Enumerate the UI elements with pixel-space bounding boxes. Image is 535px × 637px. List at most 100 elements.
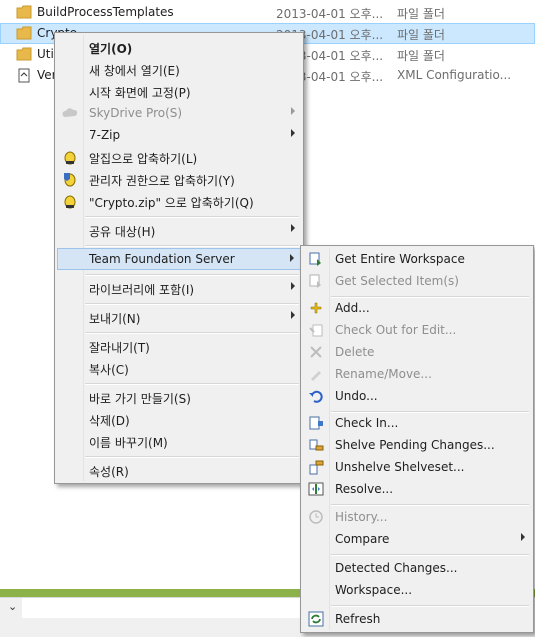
menu-item-label: Refresh [335, 612, 381, 626]
menu-item-cut[interactable]: 잘라내기(T) [57, 335, 301, 357]
xml-file-icon [16, 68, 32, 83]
menu-item-label: Rename/Move... [335, 367, 432, 381]
menu-item-alzip-compress[interactable]: 알집으로 압축하기(L) [57, 146, 301, 168]
menu-separator [85, 274, 299, 276]
resolve-icon [308, 481, 324, 497]
menu-item-include-library[interactable]: 라이브러리에 포함(I) [57, 277, 301, 299]
menu-item-label: 바로 가기 만들기(S) [89, 392, 191, 406]
menu-item-label: Get Selected Item(s) [335, 274, 459, 288]
menu-item-label: "Crypto.zip" 으로 압축하기(Q) [89, 196, 254, 210]
menu-item-skydrive[interactable]: SkyDrive Pro(S) [57, 102, 301, 124]
admin-alzip-icon [62, 171, 78, 187]
rename-icon [308, 366, 324, 382]
menu-item-label: Unshelve Shelveset... [335, 460, 465, 474]
tfs-history[interactable]: History... [303, 506, 531, 528]
menu-separator [331, 554, 529, 556]
tfs-submenu: Get Entire Workspace Get Selected Item(s… [300, 245, 534, 633]
menu-item-label: Detected Changes... [335, 561, 458, 575]
tfs-delete[interactable]: Delete [303, 341, 531, 363]
menu-item-delete[interactable]: 삭제(D) [57, 408, 301, 430]
tfs-check-out[interactable]: Check Out for Edit... [303, 319, 531, 341]
menu-item-tfs[interactable]: Team Foundation Server [57, 248, 301, 270]
menu-item-properties[interactable]: 속성(R) [57, 459, 301, 481]
menu-item-create-shortcut[interactable]: 바로 가기 만들기(S) [57, 386, 301, 408]
submenu-arrow-icon [290, 254, 294, 262]
file-row-buildprocesstemplates[interactable]: BuildProcessTemplates 2013-04-01 오후... 파… [0, 2, 535, 23]
menu-item-label: Shelve Pending Changes... [335, 438, 495, 452]
menu-item-admin-compress[interactable]: 관리자 권한으로 압축하기(Y) [57, 168, 301, 190]
cloud-icon [62, 105, 78, 121]
menu-item-label: History... [335, 510, 388, 524]
menu-item-open[interactable]: 열기(O) [57, 36, 301, 58]
menu-item-label: Undo... [335, 389, 378, 403]
tfs-undo[interactable]: Undo... [303, 385, 531, 407]
tfs-detected-changes[interactable]: Detected Changes... [303, 557, 531, 579]
check-in-icon [308, 415, 324, 431]
check-out-icon [308, 322, 324, 338]
menu-item-label: 복사(C) [89, 363, 129, 377]
menu-item-label: 시작 화면에 고정(P) [89, 86, 191, 100]
tfs-get-entire-workspace[interactable]: Get Entire Workspace [303, 248, 531, 270]
refresh-icon [308, 611, 324, 627]
file-date: 2013-04-01 오후... [276, 7, 384, 21]
tfs-refresh[interactable]: Refresh [303, 608, 531, 630]
menu-item-label: 공유 대상(H) [89, 225, 156, 239]
tfs-rename-move[interactable]: Rename/Move... [303, 363, 531, 385]
submenu-arrow-icon [291, 107, 295, 115]
menu-item-send-to[interactable]: 보내기(N) [57, 306, 301, 328]
menu-item-label: Resolve... [335, 482, 394, 496]
menu-item-label: Compare [335, 532, 390, 546]
get-workspace-icon [308, 251, 324, 267]
menu-item-rename[interactable]: 이름 바꾸기(M) [57, 430, 301, 452]
tfs-get-selected-items[interactable]: Get Selected Item(s) [303, 270, 531, 292]
submenu-arrow-icon [521, 533, 525, 541]
menu-item-label: 라이브러리에 포함(I) [89, 283, 195, 297]
submenu-arrow-icon [291, 129, 295, 137]
menu-item-label: 알집으로 압축하기(L) [89, 152, 198, 166]
delete-icon [308, 344, 324, 360]
menu-item-label: 잘라내기(T) [89, 341, 150, 355]
menu-item-label: 삭제(D) [89, 414, 130, 428]
submenu-arrow-icon [291, 282, 295, 290]
chevron-down-icon[interactable]: ⌄ [8, 600, 17, 613]
folder-icon [16, 26, 32, 40]
menu-separator [85, 456, 299, 458]
menu-item-label: Check In... [335, 416, 399, 430]
menu-item-label: Delete [335, 345, 375, 359]
bottom-input[interactable] [22, 598, 323, 618]
file-type: 파일 폴더 [397, 28, 445, 42]
menu-item-7zip[interactable]: 7-Zip [57, 124, 301, 146]
add-icon [308, 300, 324, 316]
shelve-icon [308, 437, 324, 453]
unshelve-icon [308, 459, 324, 475]
submenu-arrow-icon [291, 224, 295, 232]
menu-item-label: Workspace... [335, 583, 413, 597]
menu-item-share-with[interactable]: 공유 대상(H) [57, 219, 301, 241]
tfs-add[interactable]: Add... [303, 297, 531, 319]
menu-item-copy[interactable]: 복사(C) [57, 357, 301, 379]
menu-separator [331, 605, 529, 607]
folder-icon [16, 47, 32, 61]
tfs-compare[interactable]: Compare [303, 528, 531, 550]
menu-item-label: Add... [335, 301, 370, 315]
file-type: XML Configuratio... [397, 68, 512, 82]
menu-separator [85, 303, 299, 305]
menu-separator [85, 332, 299, 334]
tfs-unshelve[interactable]: Unshelve Shelveset... [303, 456, 531, 478]
menu-item-label: 속성(R) [89, 465, 129, 479]
tfs-workspace[interactable]: Workspace... [303, 579, 531, 601]
menu-item-compress-named[interactable]: "Crypto.zip" 으로 압축하기(Q) [57, 190, 301, 212]
file-type: 파일 폴더 [397, 49, 445, 63]
folder-icon [16, 5, 32, 19]
menu-item-open-new-window[interactable]: 새 창에서 열기(E) [57, 58, 301, 80]
menu-item-label: Check Out for Edit... [335, 323, 457, 337]
tfs-shelve[interactable]: Shelve Pending Changes... [303, 434, 531, 456]
context-menu: 열기(O) 새 창에서 열기(E) 시작 화면에 고정(P) SkyDrive … [54, 32, 304, 484]
tfs-resolve[interactable]: Resolve... [303, 478, 531, 500]
get-selected-icon [308, 273, 324, 289]
tfs-check-in[interactable]: Check In... [303, 412, 531, 434]
menu-item-label: 새 창에서 열기(E) [89, 64, 180, 78]
undo-icon [308, 388, 324, 404]
alzip-icon [62, 193, 78, 209]
menu-item-pin-start[interactable]: 시작 화면에 고정(P) [57, 80, 301, 102]
